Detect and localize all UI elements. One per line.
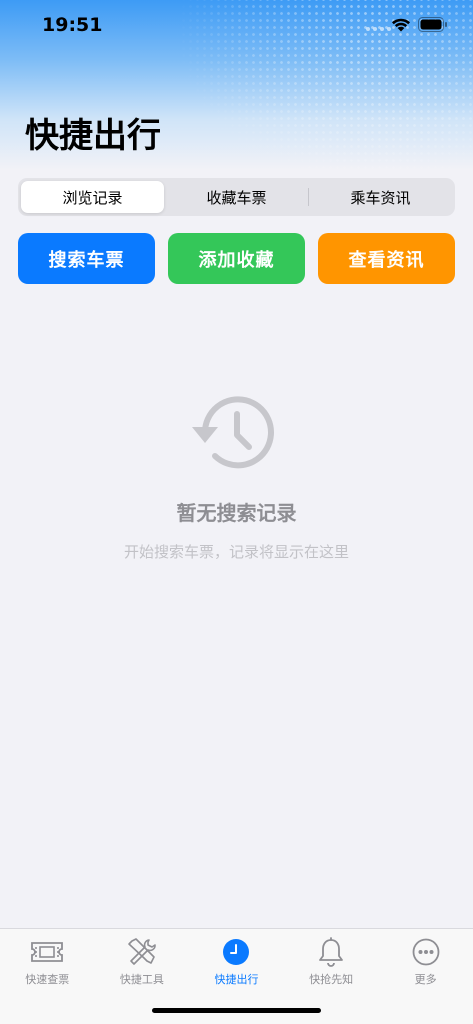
tools-icon <box>128 938 156 965</box>
segment-browse-history[interactable]: 浏览记录 <box>21 181 164 213</box>
wifi-icon <box>392 18 410 32</box>
empty-state-subtitle: 开始搜索车票，记录将显示在这里 <box>123 543 349 561</box>
bell-icon <box>319 937 343 967</box>
clock-icon <box>223 939 250 965</box>
action-buttons: 搜索车票 添加收藏 查看资讯 <box>18 233 455 284</box>
status-time: 19:51 <box>42 14 103 36</box>
segmented-control: 浏览记录 收藏车票 乘车资讯 <box>18 178 455 216</box>
tab-quick-ticket[interactable]: 快速查票 <box>0 929 95 1024</box>
tab-label: 快捷工具 <box>119 973 164 986</box>
page-title: 快捷出行 <box>25 116 161 156</box>
view-news-button[interactable]: 查看资讯 <box>318 233 455 284</box>
status-dots-icon <box>366 27 391 31</box>
empty-state-title: 暂无搜索记录 <box>176 501 297 525</box>
battery-icon <box>418 17 447 32</box>
home-indicator <box>152 1008 321 1013</box>
tab-label: 快捷出行 <box>214 973 259 986</box>
tab-more[interactable]: 更多 <box>378 929 473 1024</box>
add-favorite-button[interactable]: 添加收藏 <box>168 233 305 284</box>
status-bar: 19:51 <box>0 0 473 54</box>
tab-label: 快抢先知 <box>309 973 354 986</box>
history-clock-icon <box>192 396 274 469</box>
search-tickets-button[interactable]: 搜索车票 <box>18 233 155 284</box>
segment-saved-tickets[interactable]: 收藏车票 <box>165 181 308 213</box>
segment-travel-news[interactable]: 乘车资讯 <box>309 181 452 213</box>
more-icon <box>412 938 440 966</box>
ticket-icon <box>31 942 64 962</box>
tab-label: 快速查票 <box>25 973 70 986</box>
tab-label: 更多 <box>414 973 437 986</box>
